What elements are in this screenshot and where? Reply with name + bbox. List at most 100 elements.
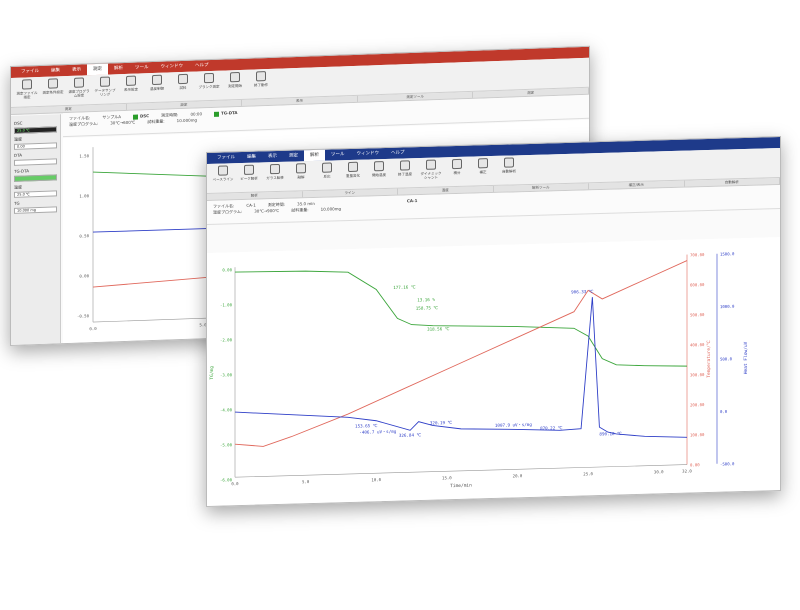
menu-item[interactable]: 表示	[66, 64, 87, 76]
y-heat-tick-label: 1500.0	[720, 251, 735, 256]
menu-item[interactable]: ファイル	[211, 152, 241, 164]
ribbon-button-label: 重量変化	[346, 173, 360, 179]
ribbon-button[interactable]: ピーク解析	[237, 164, 261, 181]
ribbon-button[interactable]: データサンプリング	[93, 76, 117, 97]
x-tick-label: 30.0	[654, 469, 664, 474]
annotation-label: 153.65 ℃	[355, 423, 378, 429]
y-tick-label: -0.50	[77, 313, 90, 318]
menu-item[interactable]: ツール	[129, 62, 155, 74]
info-value: 10.000mg	[320, 206, 342, 212]
menu-item[interactable]: ウィンドウ	[155, 61, 190, 73]
menu-item[interactable]: 表示	[262, 151, 283, 163]
monitor-value: 0.00	[14, 142, 57, 150]
y-left-tick-label: -2.00	[220, 337, 233, 342]
reaction-icon	[322, 162, 332, 173]
menu-item[interactable]: 編集	[45, 65, 66, 77]
menu-item[interactable]: ヘルプ	[189, 60, 215, 72]
ribbon-button-label: 補正	[479, 170, 487, 175]
endset-icon	[400, 160, 410, 171]
melt-icon	[296, 163, 306, 174]
y-temp-tick-label: 600.00	[690, 282, 705, 287]
y-left-tick-label: 0.00	[222, 267, 232, 272]
monitor-label: 温度	[14, 136, 22, 142]
menu-item[interactable]: 測定	[283, 150, 304, 162]
menu-item[interactable]: 編集	[241, 151, 262, 163]
y-heat-tick-label: 1000.0	[720, 304, 735, 309]
ribbon-button-label: 試料	[179, 85, 187, 91]
ribbon-button[interactable]: 終了温度	[393, 160, 417, 177]
ribbon-button[interactable]: 重量変化	[341, 161, 365, 179]
y-temp-tick-label: 400.00	[690, 342, 705, 347]
annotation-label: 318.56 ℃	[427, 326, 450, 332]
auto-icon	[504, 157, 514, 168]
x-tick-label: 25.0	[583, 471, 593, 476]
ribbon-button[interactable]: 補正	[471, 158, 495, 175]
ribbon-button[interactable]: 表示設定	[119, 75, 143, 92]
monitor-label: 温度	[14, 184, 22, 190]
blank-icon	[204, 72, 214, 84]
glass-icon	[270, 163, 280, 175]
ribbon-button[interactable]: 温度制御	[145, 74, 169, 91]
info-label: 試料重量:	[291, 207, 309, 213]
ribbon-button-label: 融解	[297, 175, 305, 180]
monitor-value	[14, 174, 57, 182]
y-left-tick-label: -1.00	[220, 302, 233, 307]
ribbon-button-label: ブランク測定	[198, 84, 220, 90]
ribbon-button[interactable]: 開始温度	[367, 161, 391, 178]
analysis-chart[interactable]: 0.00 -1.00 -2.00 -3.00 -4.00 -5.00 -6.00 700.00…	[207, 236, 780, 506]
monitor-label: TG-DTA	[14, 168, 29, 174]
menu-item[interactable]: ヘルプ	[385, 147, 411, 159]
annotation-label: 158.75 ℃	[416, 305, 439, 311]
annotation-label: 177.16 ℃	[393, 284, 416, 290]
x-tick-label: 32.0	[682, 468, 692, 473]
menu-item[interactable]: 測定	[87, 63, 108, 76]
monitor-value: 10.000 mg	[14, 206, 57, 214]
monitor-label: DSC	[14, 120, 23, 126]
analysis-chart-svg: 0.00-1.00-2.00-3.00-4.00-5.00-6.00700.00…	[209, 251, 749, 489]
menu-item[interactable]: 解析	[108, 63, 129, 75]
ribbon-button[interactable]: 積分	[445, 158, 469, 176]
ribbon-button[interactable]: 自動解析	[497, 157, 521, 174]
heat-flow-axis-title: Heat Flow/uV	[743, 341, 749, 374]
heat-flow-curve[interactable]	[234, 294, 688, 449]
menu-item[interactable]: 解析	[304, 149, 325, 162]
tg-curve[interactable]	[234, 259, 688, 378]
ribbon-button-label: 反応	[323, 174, 331, 179]
ribbon-button[interactable]: ブランク測定	[197, 72, 221, 90]
ribbon-button-label: データサンプリング	[94, 88, 116, 97]
start-icon	[230, 71, 240, 83]
ribbon-button[interactable]: 測定開始	[223, 71, 247, 89]
temperature-curve[interactable]	[234, 260, 688, 448]
info-label: 温度プログラム:	[213, 208, 243, 215]
x-tick-label: 15.0	[442, 475, 452, 480]
ribbon-button[interactable]: 融解	[289, 163, 313, 180]
integrate-icon	[452, 158, 462, 170]
ribbon-button[interactable]: ガラス転移	[263, 163, 287, 181]
ribbon-button[interactable]: 測定ファイル指定	[15, 79, 39, 100]
ribbon-button[interactable]: 試料	[171, 73, 195, 91]
ribbon-button[interactable]: 反応	[315, 162, 339, 179]
tg-axis-title: TG/mg	[209, 366, 215, 380]
menu-item[interactable]: ウィンドウ	[351, 148, 386, 160]
program-icon	[74, 77, 84, 88]
menu-item[interactable]: ツール	[325, 149, 351, 161]
menu-item[interactable]: ファイル	[15, 66, 45, 78]
annotation-label: 13.16 %	[417, 297, 435, 303]
info-value: 30℃→900℃	[254, 207, 280, 214]
ribbon-button[interactable]: 温度プログラム設定	[67, 77, 91, 98]
control-icon	[152, 74, 162, 86]
y-temp-tick-label: 700.00	[690, 252, 705, 257]
ribbon-button[interactable]: 測定条件設定	[41, 78, 65, 95]
ribbon-button-label: ダイナミックシャント	[420, 171, 442, 180]
y-left-tick-label: -4.00	[220, 407, 233, 412]
ribbon-button-label: 終了温度	[398, 172, 412, 177]
ribbon-button[interactable]: ベースライン	[211, 165, 235, 182]
info-value: 30℃→600℃	[110, 119, 136, 126]
sampling-icon	[100, 76, 110, 87]
temperature-axis-title: Temperature/℃	[706, 339, 712, 378]
ribbon-button[interactable]: ダイナミックシャント	[419, 159, 443, 180]
x-tick-label: 0.0	[231, 481, 239, 486]
x-axis	[235, 464, 687, 478]
annotation-label: -406.7 uV・s/mg	[359, 429, 396, 435]
ribbon-button[interactable]: 終了動作	[249, 71, 273, 88]
